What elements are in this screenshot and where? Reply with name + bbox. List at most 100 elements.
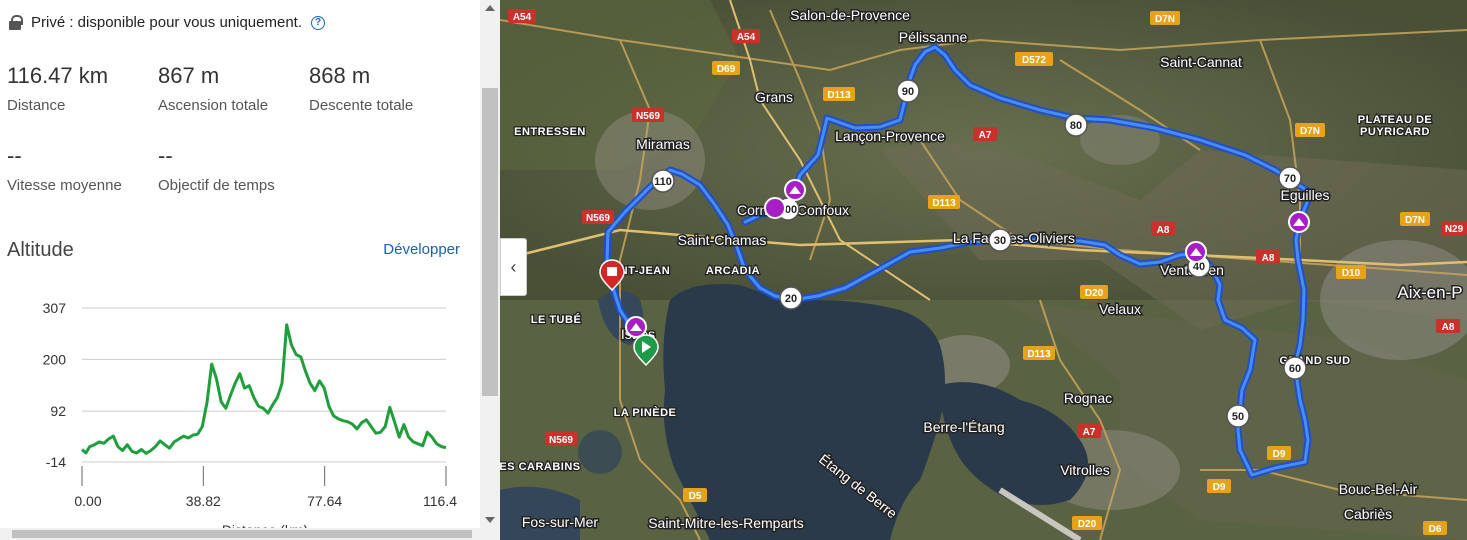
road-badge: D7N [1400,212,1430,226]
place-label: Saint-Mitre-les-Remparts [648,515,804,531]
svg-text:A54: A54 [737,32,756,43]
chart-gridlines [82,307,446,463]
place-label: Bouc-Bel-Air [1339,481,1418,497]
place-label: Grans [755,89,793,105]
y-tick-label: 307 [43,300,67,316]
svg-text:D9: D9 [1273,449,1286,460]
stat-time-goal: -- Objectif de temps [158,143,275,194]
scroll-thumb[interactable] [482,88,498,396]
stat-label: Vitesse moyenne [7,177,122,194]
road-badge: A8 [1436,319,1460,333]
stat-descent: 868 m Descente totale [309,63,413,114]
svg-text:D20: D20 [1085,288,1104,299]
km-marker[interactable]: 30 [988,228,1012,252]
svg-text:60: 60 [1289,363,1301,375]
stat-value: -- [7,143,22,168]
climb-marker-icon[interactable] [625,316,647,338]
vertical-scrollbar[interactable] [480,0,500,528]
route-map[interactable]: A54 A54 D7N D572 D69 D113 N569 A7 D7N D1… [500,0,1467,540]
help-icon[interactable]: ? [311,15,325,30]
km-marker[interactable]: 90 [896,79,920,103]
road-badge: D10 [1336,265,1366,279]
place-label: Pélissanne [899,29,968,45]
svg-text:N29: N29 [1445,224,1464,235]
road-badge: D113 [1023,346,1055,360]
climb-marker-icon[interactable] [1288,211,1310,233]
km-marker[interactable]: 50 [1226,404,1250,428]
scroll-thumb[interactable] [12,530,472,538]
climb-marker-icon[interactable] [1185,241,1207,263]
svg-text:D113: D113 [932,198,956,209]
stat-distance: 116.47 km Distance [7,63,108,114]
svg-text:D7N: D7N [1155,14,1175,25]
road-badge: D572 [1015,52,1053,66]
svg-text:A8: A8 [1262,253,1275,264]
road-badge: D69 [712,61,740,75]
svg-text:110: 110 [654,176,672,188]
map-urban-area [595,110,705,210]
stat-label: Ascension totale [158,97,269,114]
place-label: ARCADIA [706,265,760,277]
expand-chart-link[interactable]: Développer [383,241,460,258]
place-label: Saint-Chamas [678,232,767,248]
road-badge: N29 [1441,221,1467,235]
y-tick-label: -14 [46,454,66,470]
place-label: Aix-en-P [1397,283,1462,302]
collapse-panel-button[interactable]: ‹ [500,238,527,296]
svg-text:D6: D6 [1429,524,1442,535]
altitude-line [80,323,447,455]
place-label: ENTRESSEN [514,126,586,138]
place-label: PLATEAU DE [1358,114,1432,126]
stat-label: Descente totale [309,97,414,114]
place-label: Salon-de-Provence [790,7,910,23]
svg-text:D10: D10 [1342,268,1361,279]
stat-value: -- [158,143,173,168]
svg-text:N569: N569 [586,213,610,224]
x-tick-label: 0.00 [74,493,101,509]
road-badge: D7N [1150,11,1180,25]
place-label: Velaux [1099,301,1141,317]
horizontal-scrollbar[interactable] [0,528,500,540]
svg-text:20: 20 [785,293,797,305]
km-marker[interactable]: 80 [1064,113,1088,137]
svg-text:N569: N569 [549,435,573,446]
privacy-notice: Privé : disponible pour vous uniquement.… [8,14,325,31]
place-label: Fos-sur-Mer [522,514,599,530]
place-label: Cabriès [1344,506,1392,522]
road-badge: A54 [508,9,536,23]
road-badge: D20 [1072,516,1102,530]
climb-marker-icon[interactable] [764,197,786,219]
place-label: Vitrolles [1060,462,1110,478]
x-tick-label: 116.4 [423,493,457,509]
km-marker[interactable]: 60 [1283,356,1307,380]
km-marker[interactable]: 70 [1278,166,1302,190]
svg-text:D5: D5 [689,491,702,502]
scroll-down-icon[interactable] [485,517,495,523]
climb-marker-icon[interactable] [784,179,806,201]
svg-text:D7N: D7N [1300,126,1320,137]
road-badge: D6 [1423,521,1447,535]
place-label: PUYRICARD [1360,126,1430,138]
x-tick-label: 38.82 [186,493,221,509]
y-tick-label: 92 [50,403,66,419]
place-label: ES CARABINS [500,461,581,473]
svg-text:A8: A8 [1157,225,1170,236]
road-badge: D9 [1267,446,1291,460]
place-label: Berre-l'Étang [923,419,1004,435]
svg-text:D69: D69 [717,64,736,75]
road-badge: D113 [823,87,855,101]
place-label: Rognac [1064,390,1112,406]
road-badge: A8 [1151,222,1175,236]
y-tick-label: 200 [43,351,67,367]
road-badge: D9 [1207,479,1231,493]
km-marker[interactable]: 20 [779,286,803,310]
road-badge: D5 [683,488,707,502]
svg-text:70: 70 [1284,173,1296,185]
scroll-up-icon[interactable] [485,5,495,11]
road-badge: A8 [1256,250,1280,264]
svg-text:30: 30 [994,235,1006,247]
km-marker[interactable]: 110 [651,169,675,193]
altitude-title: Altitude [7,239,74,261]
map-canvas[interactable]: A54 A54 D7N D572 D69 D113 N569 A7 D7N D1… [500,0,1467,540]
place-label: Saint-Cannat [1160,54,1242,70]
